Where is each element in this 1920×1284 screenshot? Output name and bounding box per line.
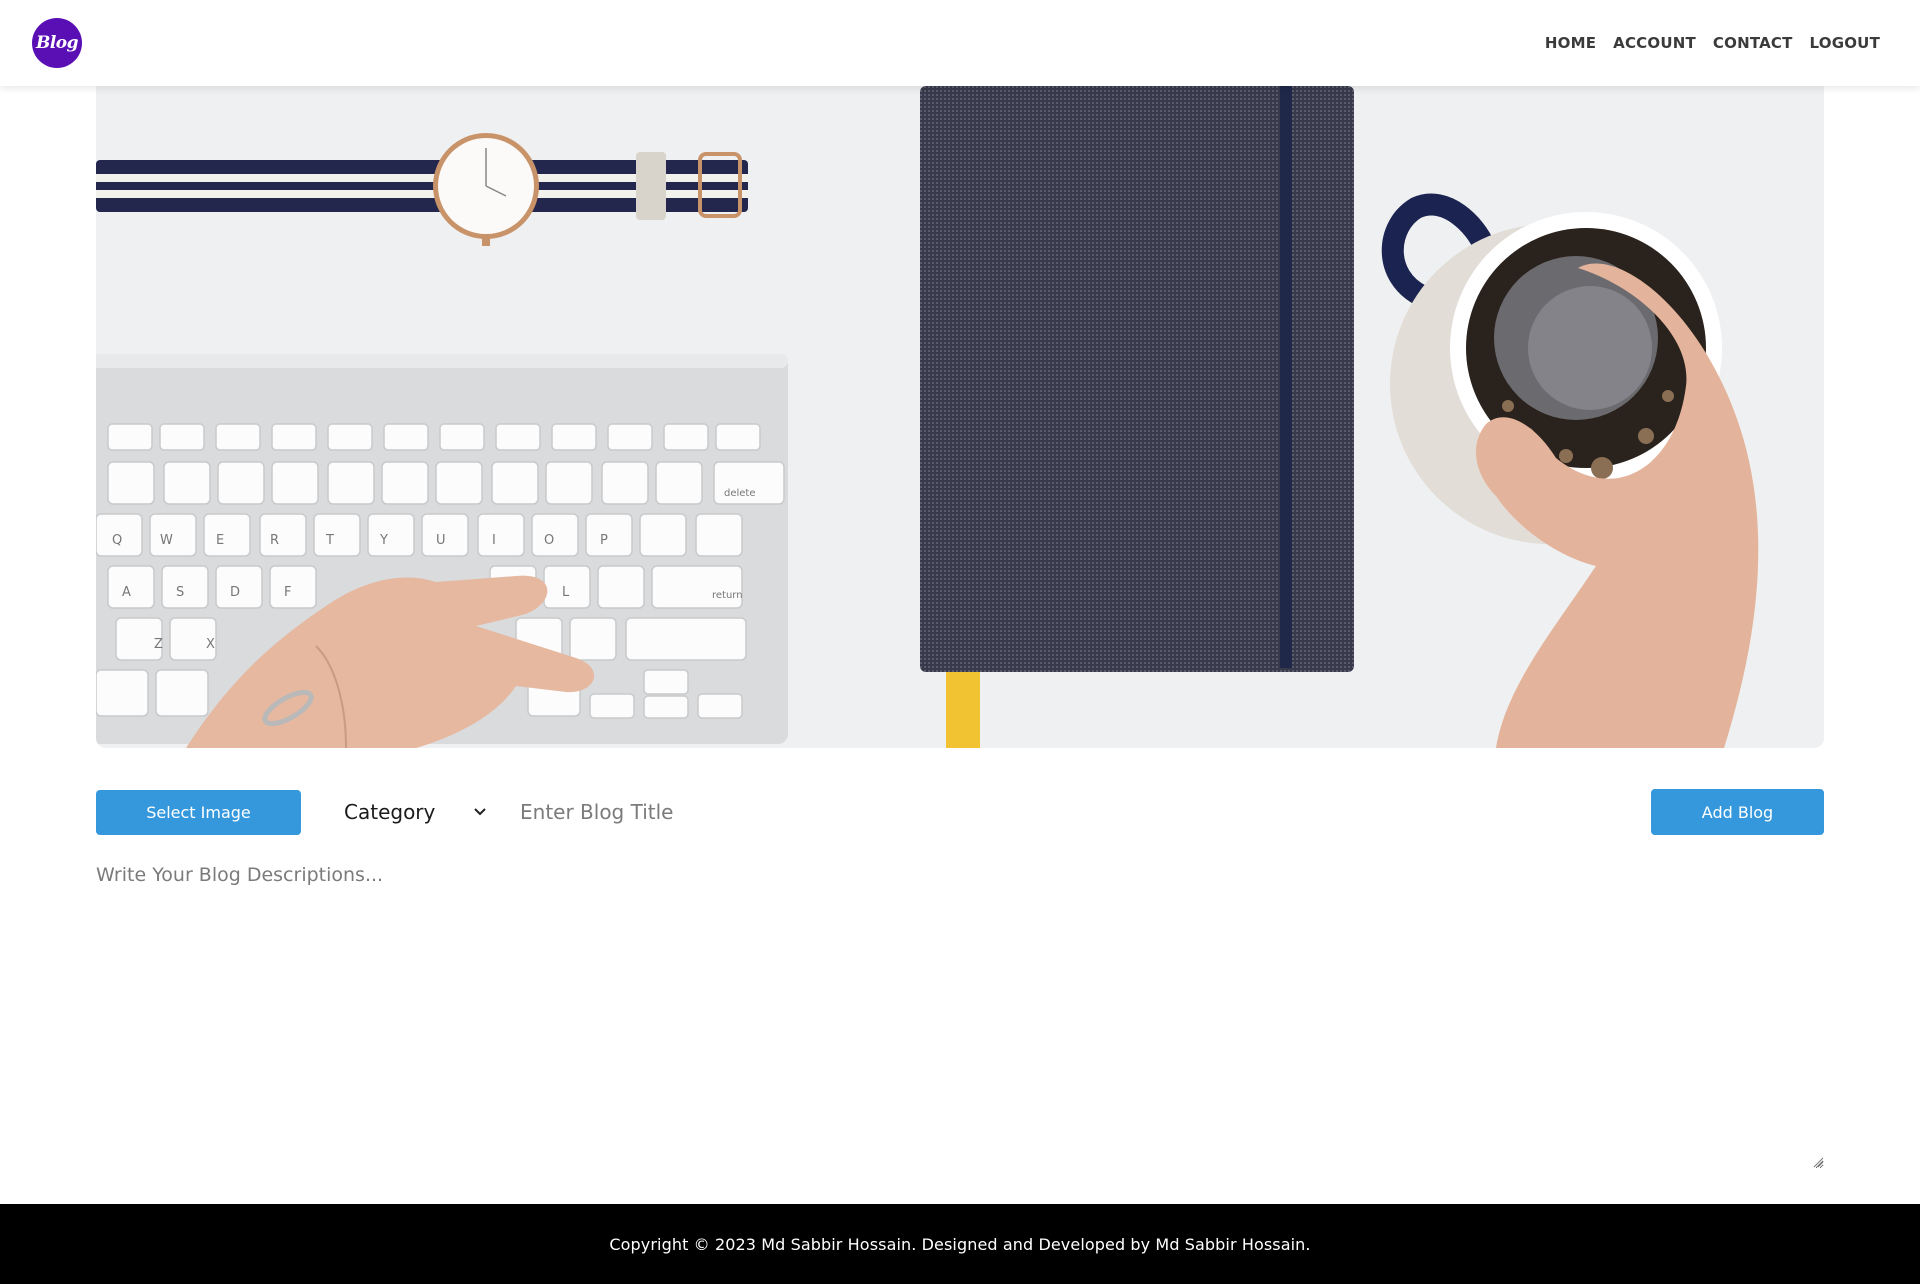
blog-description-textarea[interactable]: [96, 864, 1824, 1169]
blog-title-input[interactable]: [512, 789, 1212, 835]
svg-text:P: P: [600, 533, 608, 548]
nav-contact-link[interactable]: CONTACT: [1713, 34, 1793, 52]
nav-home-link[interactable]: HOME: [1545, 34, 1596, 52]
site-footer: Copyright © 2023 Md Sabbir Hossain. Desi…: [0, 1204, 1920, 1284]
svg-text:L: L: [562, 585, 570, 600]
category-selected-value: Category: [344, 800, 436, 824]
select-image-button[interactable]: Select Image: [96, 790, 301, 835]
logo-text: Blog: [35, 33, 79, 53]
svg-text:A: A: [122, 585, 131, 600]
svg-text:R: R: [270, 533, 279, 548]
nav-account-link[interactable]: ACCOUNT: [1613, 34, 1696, 52]
svg-text:U: U: [436, 533, 446, 548]
svg-text:Y: Y: [379, 533, 388, 548]
svg-text:E: E: [216, 533, 224, 548]
blog-logo[interactable]: Blog: [32, 18, 82, 68]
keyboard-illustration: Q W E R T Y U I O P A S D F L Z X delete return: [96, 354, 788, 748]
svg-text:Q: Q: [112, 533, 122, 548]
nav-logout-link[interactable]: LOGOUT: [1810, 34, 1880, 52]
svg-text:Z: Z: [154, 637, 163, 652]
chevron-down-icon: [474, 805, 486, 819]
svg-text:X: X: [206, 637, 215, 652]
blog-form-row: Select Image Category Add Blog: [96, 789, 1824, 835]
blog-cover-image: Q W E R T Y U I O P A S D F L Z X delete return: [96, 86, 1824, 748]
svg-text:W: W: [160, 533, 173, 548]
main-nav: HOME ACCOUNT CONTACT LOGOUT: [1545, 34, 1880, 52]
resize-grip-icon[interactable]: [1812, 1156, 1824, 1168]
svg-text:D: D: [230, 585, 240, 600]
category-select[interactable]: Category: [336, 789, 496, 835]
svg-text:T: T: [325, 533, 334, 548]
svg-text:delete: delete: [724, 488, 756, 499]
add-blog-button[interactable]: Add Blog: [1651, 789, 1824, 835]
svg-text:return: return: [712, 590, 743, 601]
footer-copyright: Copyright © 2023 Md Sabbir Hossain. Desi…: [609, 1234, 1311, 1254]
svg-text:S: S: [176, 585, 184, 600]
svg-text:F: F: [284, 585, 291, 600]
site-header: Blog HOME ACCOUNT CONTACT LOGOUT: [0, 0, 1920, 86]
svg-text:I: I: [492, 533, 496, 548]
notebook-illustration: [920, 86, 1354, 748]
svg-text:O: O: [544, 533, 554, 548]
